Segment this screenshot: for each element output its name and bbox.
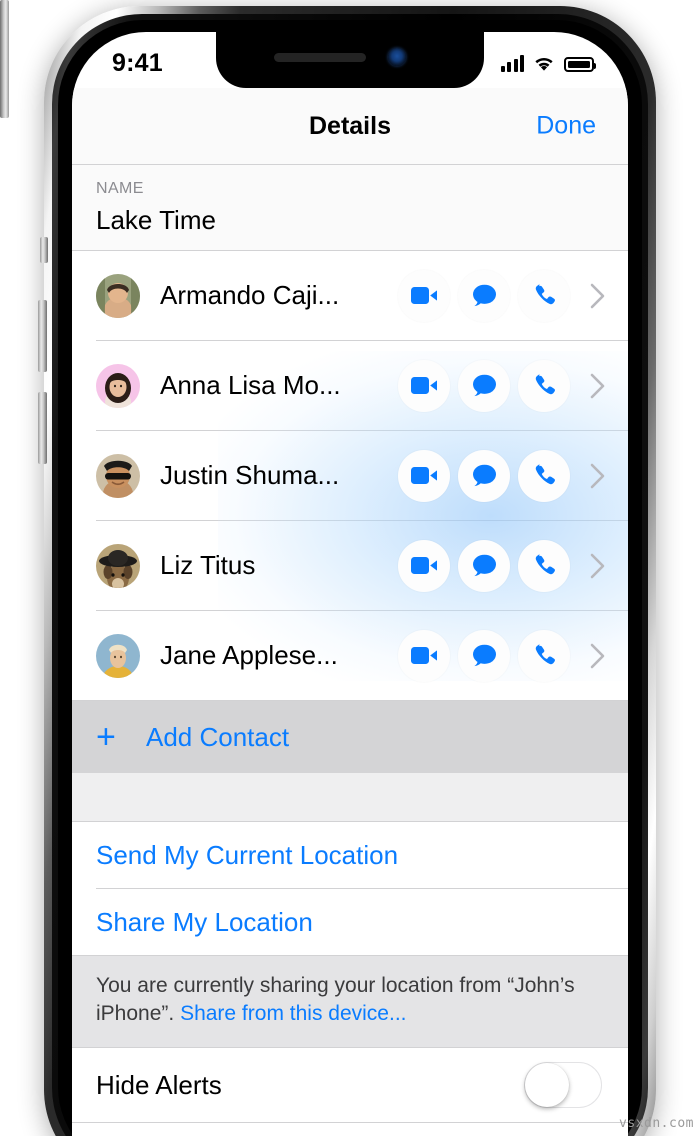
screenshot-stage: 9:41 Details Done NAME Lake Time Armando… bbox=[0, 0, 700, 1136]
speech-bubble-icon bbox=[472, 464, 496, 487]
share-from-this-device-link[interactable]: Share from this device... bbox=[180, 1002, 406, 1025]
iphone-screen: 9:41 Details Done NAME Lake Time Armando… bbox=[72, 32, 628, 1136]
cellular-signal-icon bbox=[500, 54, 524, 72]
chevron-right-icon[interactable] bbox=[590, 463, 606, 489]
status-bar-time: 9:41 bbox=[112, 48, 163, 77]
video-camera-icon bbox=[410, 557, 437, 574]
table-row[interactable]: Justin Shuma... bbox=[72, 431, 628, 520]
phone-call-button[interactable] bbox=[518, 269, 570, 322]
toggle-knob bbox=[525, 1062, 569, 1107]
avatar bbox=[96, 543, 140, 588]
speech-bubble-icon bbox=[472, 374, 496, 397]
add-contact-label: Add Contact bbox=[146, 721, 290, 752]
done-button[interactable]: Done bbox=[536, 112, 596, 141]
add-contact-button[interactable]: + Add Contact bbox=[72, 701, 628, 773]
phone-handset-icon bbox=[535, 463, 555, 484]
contact-actions bbox=[398, 269, 606, 322]
volume-down-button[interactable] bbox=[38, 392, 47, 464]
table-row[interactable]: Armando Caji... bbox=[72, 251, 628, 340]
share-my-location-button[interactable]: Share My Location bbox=[72, 889, 628, 955]
name-field-value[interactable]: Lake Time bbox=[96, 205, 604, 236]
phone-handset-icon bbox=[535, 553, 555, 574]
chevron-right-icon[interactable] bbox=[590, 373, 606, 399]
wifi-icon bbox=[535, 57, 553, 71]
message-button[interactable] bbox=[458, 629, 510, 682]
page-title: Details bbox=[309, 111, 391, 140]
chevron-right-icon[interactable] bbox=[590, 553, 606, 579]
message-button[interactable] bbox=[458, 359, 510, 412]
name-field-group[interactable]: NAME Lake Time bbox=[72, 165, 628, 250]
hide-alerts-label: Hide Alerts bbox=[96, 1069, 222, 1100]
contact-name: Armando Caji... bbox=[160, 280, 340, 310]
phone-call-button[interactable] bbox=[518, 449, 570, 502]
power-button[interactable] bbox=[0, 0, 9, 118]
watermark: vsxdn.com bbox=[619, 1116, 694, 1131]
send-current-location-button[interactable]: Send My Current Location bbox=[72, 822, 628, 888]
navigation-bar: Details Done bbox=[72, 88, 628, 164]
phone-handset-icon bbox=[535, 643, 555, 664]
speech-bubble-icon bbox=[472, 554, 496, 577]
video-call-button[interactable] bbox=[398, 539, 450, 592]
notch bbox=[216, 32, 484, 88]
video-call-button[interactable] bbox=[398, 359, 450, 412]
speech-bubble-icon bbox=[472, 644, 496, 667]
message-button[interactable] bbox=[458, 539, 510, 592]
details-content: NAME Lake Time Armando Caji... Anna Lisa… bbox=[72, 164, 628, 1136]
share-my-location-label: Share My Location bbox=[96, 906, 313, 937]
contact-actions bbox=[398, 539, 606, 592]
leave-conversation-button[interactable]: Leave this Conversation bbox=[72, 1123, 628, 1136]
location-sharing-note: You are currently sharing your location … bbox=[72, 956, 628, 1048]
video-camera-icon bbox=[410, 377, 437, 394]
message-button[interactable] bbox=[458, 449, 510, 502]
plus-icon: + bbox=[96, 718, 116, 756]
phone-handset-icon bbox=[535, 283, 555, 304]
hide-alerts-toggle[interactable] bbox=[524, 1062, 602, 1109]
video-camera-icon bbox=[410, 287, 437, 304]
speech-bubble-icon bbox=[472, 284, 496, 307]
phone-handset-icon bbox=[535, 373, 555, 394]
contacts-list: Armando Caji... Anna Lisa Mo... Justin S… bbox=[72, 251, 628, 701]
table-row[interactable]: Anna Lisa Mo... bbox=[72, 341, 628, 430]
table-row[interactable]: Jane Applese... bbox=[72, 611, 628, 700]
avatar bbox=[96, 363, 140, 408]
mute-switch-button[interactable] bbox=[40, 237, 48, 263]
video-call-button[interactable] bbox=[398, 629, 450, 682]
contact-actions bbox=[398, 449, 606, 502]
contact-name: Jane Applese... bbox=[160, 640, 338, 670]
phone-call-button[interactable] bbox=[518, 539, 570, 592]
battery-icon bbox=[564, 56, 596, 72]
avatar bbox=[96, 273, 140, 318]
contact-actions bbox=[398, 629, 606, 682]
video-camera-icon bbox=[410, 467, 437, 484]
status-bar-indicators bbox=[500, 54, 596, 72]
contact-name: Liz Titus bbox=[160, 550, 256, 580]
section-gap bbox=[72, 773, 628, 821]
contact-name: Anna Lisa Mo... bbox=[160, 370, 341, 400]
video-call-button[interactable] bbox=[398, 449, 450, 502]
contact-actions bbox=[398, 359, 606, 412]
video-call-button[interactable] bbox=[398, 269, 450, 322]
chevron-right-icon[interactable] bbox=[590, 283, 606, 309]
message-button[interactable] bbox=[458, 269, 510, 322]
hide-alerts-row[interactable]: Hide Alerts bbox=[72, 1048, 628, 1123]
name-field-label: NAME bbox=[96, 180, 144, 197]
earpiece-speaker bbox=[274, 53, 366, 62]
avatar bbox=[96, 453, 140, 498]
send-current-location-label: Send My Current Location bbox=[96, 839, 399, 870]
video-camera-icon bbox=[410, 647, 437, 664]
front-camera-icon bbox=[388, 48, 406, 66]
phone-call-button[interactable] bbox=[518, 359, 570, 412]
contact-name: Justin Shuma... bbox=[160, 460, 340, 490]
volume-up-button[interactable] bbox=[38, 300, 47, 372]
avatar bbox=[96, 633, 140, 678]
phone-call-button[interactable] bbox=[518, 629, 570, 682]
chevron-right-icon[interactable] bbox=[590, 643, 606, 669]
table-row[interactable]: Liz Titus bbox=[72, 521, 628, 610]
